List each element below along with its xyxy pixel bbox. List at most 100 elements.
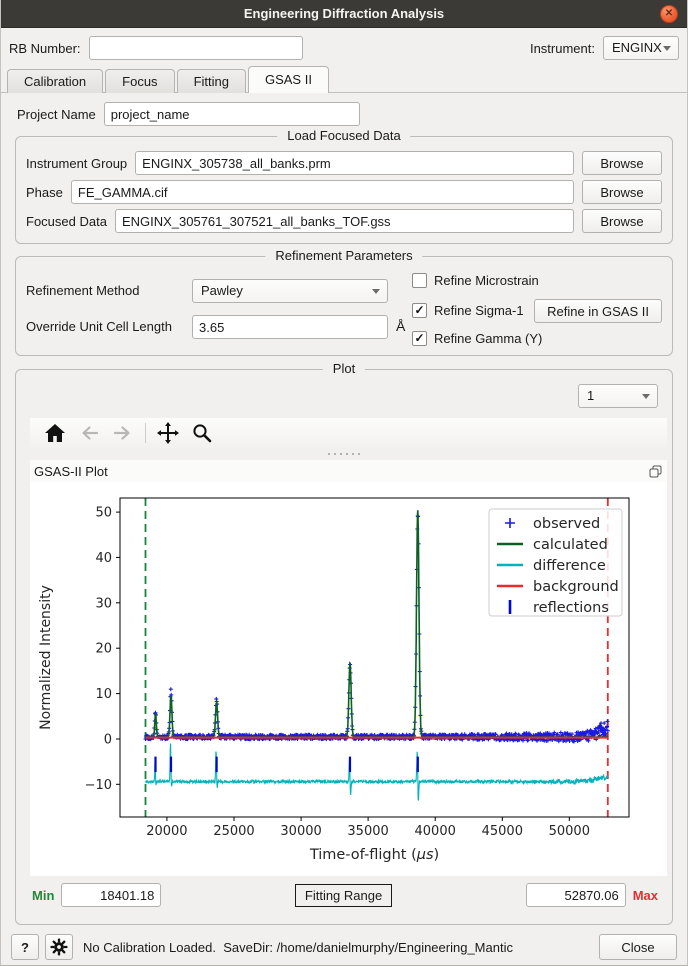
svg-text:Normalized Intensity: Normalized Intensity [38, 585, 54, 730]
top-row: RB Number: Instrument: ENGINX [9, 35, 679, 61]
tab-gsas-ii[interactable]: GSAS II [248, 66, 329, 93]
chevron-down-icon [372, 289, 380, 294]
instrument-group-label: Instrument Group [26, 156, 127, 171]
pan-icon [157, 422, 179, 444]
refine-gamma-checkbox[interactable]: ✓ Refine Gamma (Y) [412, 331, 542, 346]
statusbar: ? No C [1, 929, 687, 965]
refinement-parameters-group: Refinement Parameters Refinement Method … [15, 256, 673, 356]
unit-cell-length-input[interactable] [192, 315, 388, 339]
phase-label: Phase [26, 185, 63, 200]
tab-focus[interactable]: Focus [105, 69, 174, 93]
close-button[interactable]: Close [599, 934, 677, 960]
max-range-input[interactable] [526, 883, 626, 907]
refine-in-gsas-ii-button[interactable]: Refine in GSAS II [534, 299, 662, 323]
focused-data-input[interactable] [115, 209, 574, 233]
home-button[interactable] [38, 419, 72, 447]
svg-text:40000: 40000 [415, 824, 456, 839]
instrument-group-row: Instrument Group Browse [26, 151, 662, 175]
load-focused-data-title: Load Focused Data [277, 128, 410, 143]
instrument-group-input[interactable] [135, 151, 574, 175]
svg-text:20: 20 [95, 642, 112, 657]
refine-sigma-1-checkbox[interactable]: ✓ Refine Sigma-1 [412, 303, 524, 318]
window-title: Engineering Diffraction Analysis [244, 6, 444, 21]
min-label: Min [32, 888, 54, 903]
refine-microstrain-label: Refine Microstrain [434, 273, 539, 288]
svg-text:0: 0 [104, 733, 112, 748]
browse-focused-data-button[interactable]: Browse [582, 209, 662, 233]
svg-text:20000: 20000 [146, 824, 187, 839]
tab-fitting[interactable]: Fitting [177, 69, 246, 93]
refinement-method-value: Pawley [201, 283, 243, 298]
gsas-ii-tab-pane: Project Name Load Focused Data Instrumen… [1, 92, 687, 930]
plot-group: Plot 1 [15, 369, 673, 925]
instrument-dropdown[interactable]: ENGINX [603, 36, 679, 60]
phase-input[interactable] [71, 180, 574, 204]
tab-calibration[interactable]: Calibration [7, 69, 103, 93]
svg-text:observed: observed [533, 516, 600, 532]
plot-canvas-title: GSAS-II Plot [34, 464, 108, 479]
refinement-method-label: Refinement Method [26, 283, 139, 298]
instrument-value: ENGINX [612, 40, 662, 55]
svg-text:50: 50 [95, 506, 112, 521]
refinement-parameters-title: Refinement Parameters [265, 248, 422, 263]
rb-number-label: RB Number: [9, 41, 81, 56]
svg-text:40: 40 [95, 551, 112, 566]
popout-icon [649, 465, 662, 478]
svg-text:45000: 45000 [482, 824, 523, 839]
zoom-button[interactable] [185, 419, 219, 447]
focused-data-label: Focused Data [26, 214, 107, 229]
max-label: Max [633, 888, 658, 903]
back-button[interactable] [72, 419, 106, 447]
fitting-range-label: Fitting Range [295, 884, 392, 907]
svg-text:Time-of-flight (μs): Time-of-flight (μs) [309, 847, 439, 863]
phase-row: Phase Browse [26, 180, 662, 204]
svg-text:difference: difference [533, 558, 606, 574]
svg-text:background: background [533, 579, 619, 595]
instrument-label: Instrument: [530, 41, 595, 56]
popout-button[interactable] [647, 463, 663, 479]
checkbox-box[interactable]: ✓ [412, 303, 427, 318]
titlebar: Engineering Diffraction Analysis ✕ [1, 0, 687, 28]
project-name-row: Project Name [17, 102, 360, 126]
project-name-input[interactable] [104, 102, 360, 126]
help-button[interactable]: ? [11, 934, 39, 960]
plot-toolbar [30, 418, 667, 448]
engineering-diffraction-window: Engineering Diffraction Analysis ✕ RB Nu… [0, 0, 688, 966]
plot-index-dropdown[interactable]: 1 [578, 384, 658, 408]
forward-arrow-icon [113, 425, 133, 441]
svg-text:calculated: calculated [533, 537, 608, 553]
chevron-down-icon [642, 394, 650, 399]
browse-instrument-group-button[interactable]: Browse [582, 151, 662, 175]
forward-button[interactable] [106, 419, 140, 447]
refinement-method-dropdown[interactable]: Pawley [192, 279, 388, 303]
browse-phase-button[interactable]: Browse [582, 180, 662, 204]
gear-icon [50, 938, 68, 956]
svg-text:25000: 25000 [213, 824, 254, 839]
back-arrow-icon [79, 425, 99, 441]
unit-cell-length-label: Override Unit Cell Length [26, 319, 172, 334]
checkbox-box[interactable]: ✓ [412, 331, 427, 346]
close-window-button[interactable]: ✕ [660, 5, 678, 23]
splitter-handle[interactable] [16, 453, 672, 455]
min-range-input[interactable] [61, 883, 161, 907]
svg-text:30000: 30000 [280, 824, 321, 839]
home-icon [45, 424, 65, 442]
svg-text:10: 10 [95, 687, 112, 702]
checkbox-box[interactable] [412, 273, 427, 288]
svg-text:35000: 35000 [347, 824, 388, 839]
svg-text:50000: 50000 [549, 824, 590, 839]
plot-group-title: Plot [323, 361, 365, 376]
project-name-label: Project Name [17, 107, 96, 122]
angstrom-unit-label: Å [396, 318, 405, 334]
magnifier-icon [192, 423, 212, 443]
svg-text:reflections: reflections [533, 600, 609, 616]
pan-button[interactable] [151, 419, 185, 447]
refine-microstrain-checkbox[interactable]: Refine Microstrain [412, 273, 539, 288]
rb-number-input[interactable] [89, 36, 303, 60]
refine-gamma-label: Refine Gamma (Y) [434, 331, 542, 346]
fitting-range-row: Min Fitting Range Max [32, 882, 658, 908]
settings-button[interactable] [45, 934, 73, 960]
toolbar-separator [145, 423, 146, 443]
diffraction-plot[interactable]: 20000250003000035000400004500050000−1001… [30, 482, 667, 876]
load-focused-data-group: Load Focused Data Instrument Group Brows… [15, 136, 673, 244]
